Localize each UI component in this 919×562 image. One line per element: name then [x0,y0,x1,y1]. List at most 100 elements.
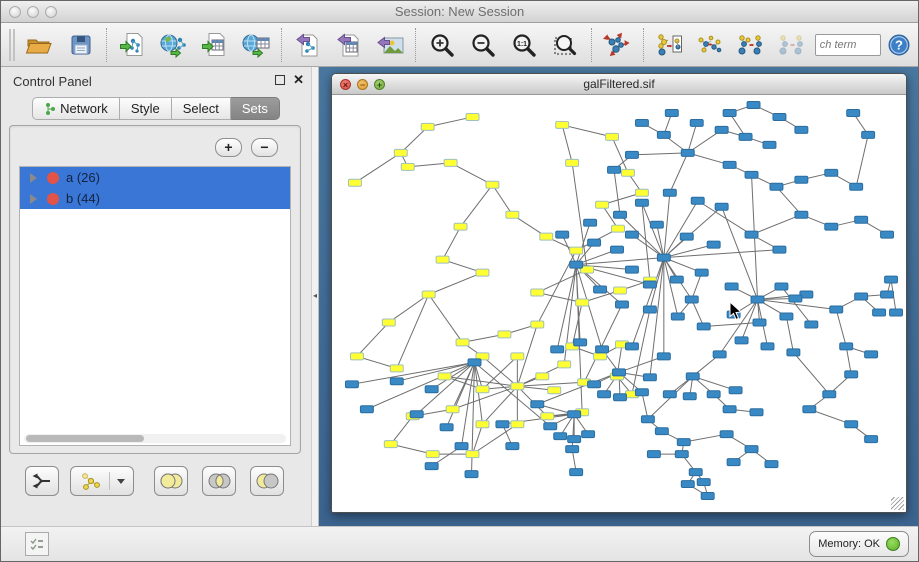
window-titlebar[interactable]: Session: New Session [1,1,918,23]
expander-icon[interactable] [30,194,37,204]
export-table-button[interactable] [328,26,369,64]
scrollbar-thumb[interactable] [26,435,144,442]
graph-node [455,443,468,450]
save-floppy-icon [69,33,93,57]
close-panel-icon[interactable]: ✕ [293,72,304,88]
graph-node [570,469,583,476]
collapse-panel-icon[interactable]: ◂ [313,291,317,300]
show-all-nodes-button[interactable] [690,26,731,64]
intersect-sets-button[interactable] [202,466,236,496]
toolbar-separator [281,28,282,62]
close-window-icon[interactable] [9,6,21,18]
apply-preferred-layout-button[interactable] [597,26,638,64]
graph-node [465,471,478,478]
zoom-in-button[interactable] [421,26,462,64]
create-set-combo-button[interactable] [70,466,134,496]
graph-node [850,183,863,190]
status-bar: Memory: OK [1,526,918,561]
import-table-file-icon [202,32,228,58]
frame-close-icon[interactable]: × [340,79,351,90]
tab-network[interactable]: Network [32,97,120,120]
network-frame-titlebar[interactable]: × − + galFiltered.sif [332,74,906,95]
import-network-web-button[interactable] [153,26,194,64]
difference-sets-button[interactable] [250,466,284,496]
nodes-glyph-icon [79,471,103,491]
select-first-neighbors-button[interactable] [731,26,772,64]
search-input[interactable] [815,34,881,56]
zoom-selected-region-button[interactable] [545,26,586,64]
graph-node [830,306,843,313]
frame-minimize-icon[interactable]: − [357,79,368,90]
expander-icon[interactable] [30,173,37,183]
zoom-actual-size-button[interactable]: 1:1 [503,26,544,64]
memory-status-button[interactable]: Memory: OK [809,531,909,557]
graph-node [425,463,438,470]
graph-node [765,461,778,468]
save-session-button[interactable] [60,26,101,64]
graph-node [803,406,816,413]
minimize-window-icon[interactable] [27,6,39,18]
export-image-button[interactable] [369,26,410,64]
sets-list[interactable]: a (26) b (44) [19,166,291,446]
graph-node [616,301,629,308]
set-row-a[interactable]: a (26) [20,167,290,188]
graph-node [823,391,836,398]
graph-node [750,409,763,416]
toolbar-grip [9,29,15,61]
graph-node [390,365,403,372]
graph-node [715,126,728,133]
float-panel-icon[interactable] [275,75,285,85]
graph-node [613,369,626,376]
tab-select[interactable]: Select [172,97,231,120]
graph-node [665,109,678,116]
graph-node [394,149,407,156]
help-button[interactable]: ? [885,26,914,64]
tab-sets[interactable]: Sets [231,97,280,120]
toolbar-separator [643,28,644,62]
open-session-button[interactable] [19,26,60,64]
set-row-b[interactable]: b (44) [20,188,290,209]
hide-selected-nodes-button[interactable] [649,26,690,64]
tab-style[interactable]: Style [120,97,172,120]
graph-node [625,343,638,350]
graph-node [763,141,776,148]
graph-node [729,387,742,394]
graph-node [436,256,449,263]
graph-node [865,436,878,443]
split-set-button[interactable] [25,466,59,496]
graph-node [588,381,601,388]
import-table-file-button[interactable] [194,26,235,64]
import-table-web-button[interactable] [235,26,276,64]
graph-node [446,406,459,413]
graph-node [468,359,481,366]
zoom-window-icon[interactable] [45,6,57,18]
network-frame[interactable]: × − + galFiltered.sif [331,73,907,513]
network-canvas[interactable] [333,95,905,511]
panel-splitter[interactable]: ◂ [311,67,319,526]
graph-node [773,246,786,253]
graph-node [531,321,544,328]
graph-node [596,346,609,353]
frame-maximize-icon[interactable]: + [374,79,385,90]
graph-node [681,149,694,156]
zoom-selected-region-icon [552,32,578,58]
zoom-out-button[interactable] [462,26,503,64]
add-set-button[interactable]: + [215,138,242,157]
graph-node [780,313,793,320]
graph-node [625,151,638,158]
export-network-button[interactable] [287,26,328,64]
graph-node [614,394,627,401]
frame-resize-grip[interactable] [891,497,904,510]
graph-node [614,287,627,294]
union-sets-button[interactable] [154,466,188,496]
graph-node [570,247,583,254]
select-first-neighbors-icon [737,32,765,58]
import-network-file-button[interactable] [112,26,153,64]
task-history-button[interactable] [25,532,49,556]
remove-set-button[interactable]: − [251,138,278,157]
graph-node [390,378,403,385]
horizontal-scrollbar[interactable] [24,434,286,443]
graph-node [558,361,571,368]
graph-node [498,331,511,338]
button-divider [109,472,110,490]
